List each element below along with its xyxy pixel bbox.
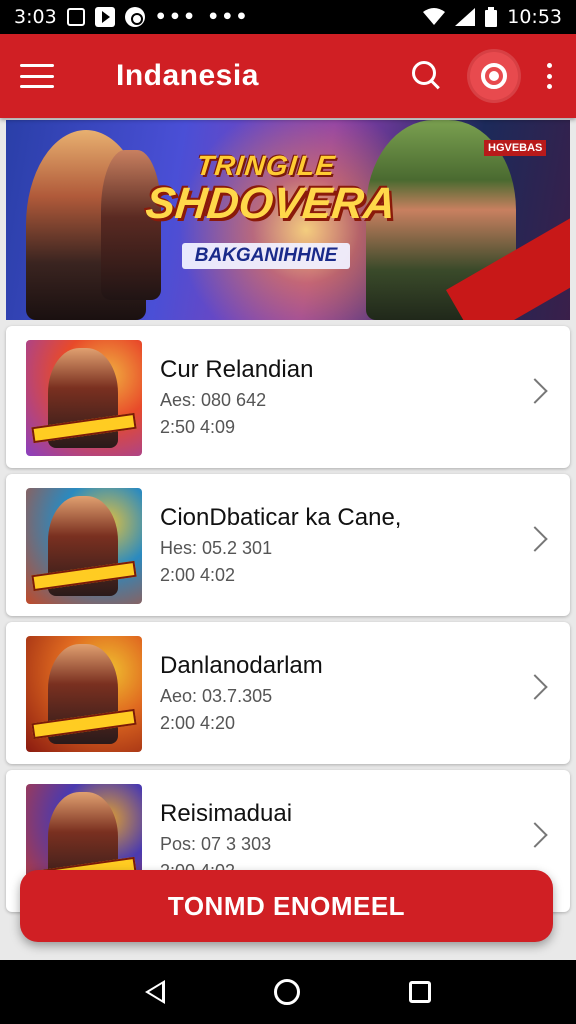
notification-dots: ••• xyxy=(154,6,198,28)
list-item-text: Cur Relandian Aes: 080 642 2:50 4:09 xyxy=(160,356,313,438)
more-vert-icon[interactable] xyxy=(542,63,556,89)
search-icon[interactable] xyxy=(408,57,446,95)
game-list: Cur Relandian Aes: 080 642 2:50 4:09 CionDb… xyxy=(6,326,570,918)
wifi-icon xyxy=(423,8,446,25)
chevron-right-icon xyxy=(522,526,548,552)
status-right: 10:53 xyxy=(423,6,562,28)
profile-icon xyxy=(481,63,507,89)
list-item-text: Danlanodarlam Aeo: 03.7.305 2:00 4:20 xyxy=(160,652,323,734)
profile-button[interactable] xyxy=(470,52,518,100)
play-store-icon xyxy=(94,7,115,27)
app-title: Indanesia xyxy=(116,59,259,92)
back-icon[interactable] xyxy=(144,980,165,1004)
home-icon[interactable] xyxy=(273,979,300,1005)
app-bar-actions xyxy=(408,52,556,100)
signal-icon xyxy=(455,8,476,26)
notification-dots-2: ••• xyxy=(207,6,250,28)
app-notification-icon xyxy=(124,7,145,27)
status-bar: 3:03 ••• ••• 10:53 xyxy=(0,0,576,34)
navigation-bar xyxy=(0,960,576,1024)
list-item[interactable]: Danlanodarlam Aeo: 03.7.305 2:00 4:20 xyxy=(6,622,570,764)
status-left: 3:03 ••• ••• xyxy=(14,6,250,28)
list-item-time: 2:50 4:09 xyxy=(160,417,236,437)
list-item-time: 2:00 4:02 xyxy=(160,565,236,585)
list-item-title: CionDbaticar ka Cane, xyxy=(160,504,402,531)
list-item-title: Reisimaduai xyxy=(160,800,293,827)
list-item[interactable]: CionDbaticar ka Cane, Hes: 05.2 301 2:00 4… xyxy=(6,474,570,616)
status-time-right: 10:53 xyxy=(507,6,562,28)
list-item-text: CionDbaticar ka Cane, Hes: 05.2 301 2:00 4… xyxy=(160,504,401,586)
battery-icon xyxy=(485,7,498,27)
list-item-meta: Aes: 080 642 xyxy=(160,390,267,410)
recent-apps-icon[interactable] xyxy=(409,981,432,1003)
list-item-thumbnail xyxy=(26,340,142,456)
status-time-left: 3:03 xyxy=(14,6,57,28)
chevron-right-icon xyxy=(522,822,548,848)
list-item[interactable]: Cur Relandian Aes: 080 642 2:50 4:09 xyxy=(6,326,570,468)
list-item-title: Danlanodarlam xyxy=(160,652,323,679)
list-item-thumbnail xyxy=(26,636,142,752)
app-bar: Indanesia xyxy=(0,34,576,118)
list-item-title: Cur Relandian xyxy=(160,356,314,383)
banner-tag: HGVEBAS xyxy=(484,140,547,156)
list-item-meta: Aeo: 03.7.305 xyxy=(160,686,273,706)
list-item-time: 2:00 4:20 xyxy=(160,713,236,733)
list-item-thumbnail xyxy=(26,488,142,604)
banner-title: TRINGILE SHDOVERA xyxy=(143,150,399,228)
chevron-right-icon xyxy=(522,674,548,700)
chevron-right-icon xyxy=(522,378,548,404)
alarm-icon xyxy=(66,8,85,26)
banner-title-line2: SHDOVERA xyxy=(143,179,399,228)
list-item-meta: Hes: 05.2 301 xyxy=(160,538,273,558)
list-item-meta: Pos: 07 3 303 xyxy=(160,834,272,854)
promo-banner[interactable]: TRINGILE SHDOVERA BAKGANIHHNE HGVEBAS xyxy=(6,120,570,320)
banner-title-line1: TRINGILE xyxy=(195,150,338,181)
hamburger-menu-icon[interactable] xyxy=(20,64,54,88)
bottom-action-button[interactable]: TONMD ENOMEEL xyxy=(20,870,553,942)
banner-subtitle: BAKGANIHHNE xyxy=(182,243,350,269)
